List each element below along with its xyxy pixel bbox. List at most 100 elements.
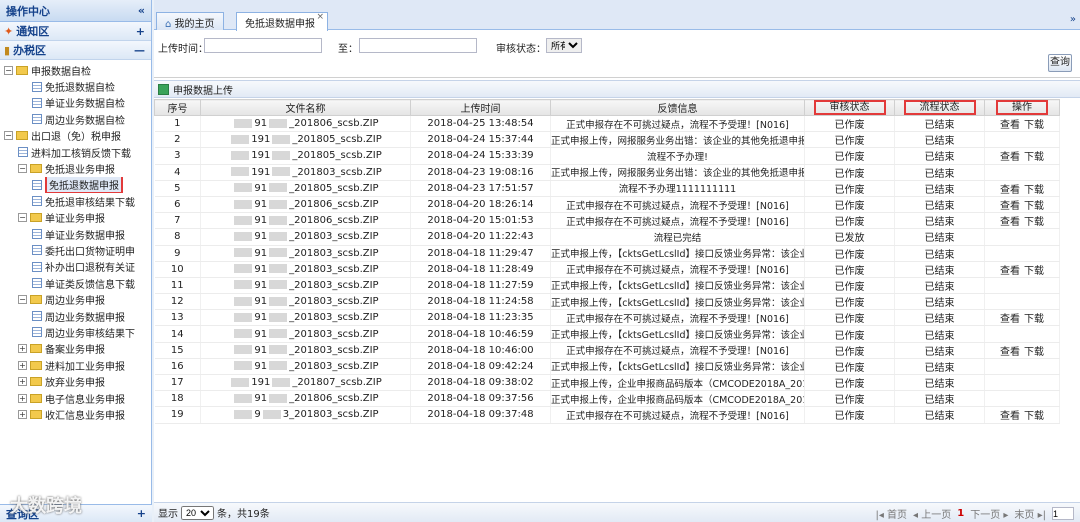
prev-page-button[interactable]: ◂ 上一页 [913,506,951,521]
tree-node[interactable]: + 收汇信息业务申报 [0,406,151,422]
download-link[interactable]: 下载 [1022,314,1046,325]
expand-icon[interactable]: + [18,409,27,419]
tree-node[interactable]: − 出口退（免）税申报 [0,128,151,144]
table-row[interactable]: 19 9 3_201803_scsb.ZIP 2018-04-18 09:37:48 正… [154,406,1060,424]
download-link[interactable]: 下载 [1022,185,1046,196]
tree-node[interactable]: 补办出口退税有关证 [0,259,151,275]
tree-node[interactable]: 单证业务数据自检 [0,95,151,111]
col-feedback[interactable]: 反馈信息 [550,99,805,116]
col-flow-status[interactable]: 流程状态 [894,99,985,116]
tree-node[interactable]: 周边业务数据自检 [0,111,151,127]
table-row[interactable]: 6 91 _201806_scsb.ZIP 2018-04-20 18:26:14 正式… [154,196,1060,214]
table-row[interactable]: 9 91 _201803_scsb.ZIP 2018-04-18 11:29:47 正式… [154,245,1060,262]
tree-node[interactable]: + 进料加工业务申报 [0,357,151,373]
col-no[interactable]: 序号 [154,99,201,116]
next-page-button[interactable]: 下一页 ▸ [970,506,1008,521]
expand-icon[interactable]: + [18,360,27,370]
tab-declaration[interactable]: 免抵退数据申报 × [236,12,328,31]
tree-node[interactable]: 免抵退审核结果下载 [0,193,151,209]
table-row[interactable]: 15 91 _201803_scsb.ZIP 2018-04-18 10:46:00 正… [154,342,1060,359]
download-link[interactable]: 下载 [1022,411,1046,422]
table-row[interactable]: 4 191 _201803_scsb.ZIP 2018-04-23 19:08:16 正… [154,164,1060,181]
query-button[interactable]: 查询 [1048,54,1072,72]
col-filename[interactable]: 文件名称 [200,99,411,116]
download-link[interactable]: 下载 [1022,347,1046,358]
tree-node[interactable]: 免抵退数据申报 [0,176,151,194]
collapse-icon[interactable]: − [4,131,13,141]
table-row[interactable]: 12 91 _201803_scsb.ZIP 2018-04-18 11:24:58 正… [154,293,1060,311]
tree-node[interactable]: + 放弃业务申报 [0,373,151,389]
table-row[interactable]: 5 91 _201805_scsb.ZIP 2018-04-23 17:51:57 流程… [154,180,1060,197]
download-link[interactable]: 下载 [1022,266,1046,277]
table-row[interactable]: 14 91 _201803_scsb.ZIP 2018-04-18 10:46:59 正… [154,325,1060,343]
tree-node[interactable]: + 电子信息业务申报 [0,390,151,406]
table-row[interactable]: 18 91 _201806_scsb.ZIP 2018-04-18 09:37:56 正… [154,390,1060,408]
view-link[interactable]: 查看 [998,152,1022,163]
upload-time-end-input[interactable] [359,38,477,53]
page-input[interactable] [1052,507,1074,520]
upload-time-start-input[interactable] [204,38,322,53]
expand-icon[interactable]: + [137,507,146,520]
section-tax[interactable]: ▮ 办税区 — [0,41,151,60]
close-icon[interactable]: × [316,12,324,22]
col-upload-time[interactable]: 上传时间 [410,99,551,116]
download-link[interactable]: 下载 [1022,201,1046,212]
table-row[interactable]: 7 91 _201806_scsb.ZIP 2018-04-20 15:01:53 正式… [154,212,1060,230]
view-link[interactable]: 查看 [998,347,1022,358]
tab-home[interactable]: ⌂ 我的主页 [156,12,224,30]
collapse-icon[interactable]: − [18,213,27,223]
expand-icon[interactable]: + [18,377,27,387]
collapse-icon[interactable]: « [138,4,145,17]
table-row[interactable]: 8 91 _201803_scsb.ZIP 2018-04-20 11:22:43 流程… [154,228,1060,246]
table-row[interactable]: 2 191 _201805_scsb.ZIP 2018-04-24 15:37:44 正… [154,131,1060,149]
table-row[interactable]: 10 91 _201803_scsb.ZIP 2018-04-18 11:28:49 正… [154,261,1060,278]
download-link[interactable]: 下载 [1022,217,1046,228]
tree-node[interactable]: 周边业务数据申报 [0,308,151,324]
tree-node[interactable]: 周边业务审核结果下 [0,324,151,340]
last-page-button[interactable]: 末页 ▸| [1014,506,1046,521]
upload-button[interactable]: 申报数据上传 [173,82,233,97]
expand-icon[interactable]: + [18,393,27,403]
collapse-section-icon[interactable]: — [134,44,145,57]
view-link[interactable]: 查看 [998,266,1022,277]
tree-node[interactable]: 单证业务数据申报 [0,226,151,242]
tree-node[interactable]: 委托出口货物证明申 [0,242,151,258]
table-row[interactable]: 1 91 _201806_scsb.ZIP 2018-04-25 13:48:54 正式… [154,115,1060,133]
section-notice[interactable]: ✦ 通知区 + [0,22,151,41]
tree-node[interactable]: 进料加工核销反馈下载 [0,144,151,160]
tree-node[interactable]: − 申报数据自检 [0,62,151,78]
tree-node[interactable]: + 备案业务申报 [0,341,151,357]
view-link[interactable]: 查看 [998,217,1022,228]
tree-node[interactable]: − 周边业务申报 [0,291,151,307]
tree-node[interactable]: − 单证业务申报 [0,210,151,226]
section-query[interactable]: 查询区 + [0,504,152,522]
collapse-icon[interactable]: − [18,164,27,174]
table-row[interactable]: 11 91 _201803_scsb.ZIP 2018-04-18 11:27:59 正… [154,277,1060,295]
expand-icon[interactable]: + [136,25,145,38]
view-link[interactable]: 查看 [998,185,1022,196]
table-row[interactable]: 13 91 _201803_scsb.ZIP 2018-04-18 11:23:35 正… [154,309,1060,327]
tree-node[interactable]: 单证类反馈信息下载 [0,275,151,291]
download-link[interactable]: 下载 [1022,120,1046,131]
view-link[interactable]: 查看 [998,120,1022,131]
first-page-button[interactable]: |◂ 首页 [875,506,907,521]
view-link[interactable]: 查看 [998,411,1022,422]
col-operation[interactable]: 操作 [984,99,1060,116]
col-audit-status[interactable]: 审核状态 [804,99,895,116]
view-link[interactable]: 查看 [998,314,1022,325]
tree-node[interactable]: 免抵退数据自检 [0,78,151,94]
cell-flow-status: 已结束 [894,390,985,408]
collapse-icon[interactable]: − [4,65,13,75]
page-size-select[interactable]: 20 [181,505,214,520]
tree-node[interactable]: − 免抵退业务申报 [0,160,151,176]
table-row[interactable]: 3 191 _201805_scsb.ZIP 2018-04-24 15:33:39 流… [154,147,1060,165]
view-link[interactable]: 查看 [998,201,1022,212]
table-row[interactable]: 17 191 _201807_scsb.ZIP 2018-04-18 09:38:02… [154,374,1060,392]
tab-menu-icon[interactable]: » [1070,14,1076,25]
table-row[interactable]: 16 91 _201803_scsb.ZIP 2018-04-18 09:42:24 正… [154,358,1060,376]
download-link[interactable]: 下载 [1022,152,1046,163]
status-select[interactable]: 所有 [546,38,582,53]
expand-icon[interactable]: + [18,344,27,354]
collapse-icon[interactable]: − [18,295,27,305]
cell-audit-status: 已作废 [804,164,895,181]
